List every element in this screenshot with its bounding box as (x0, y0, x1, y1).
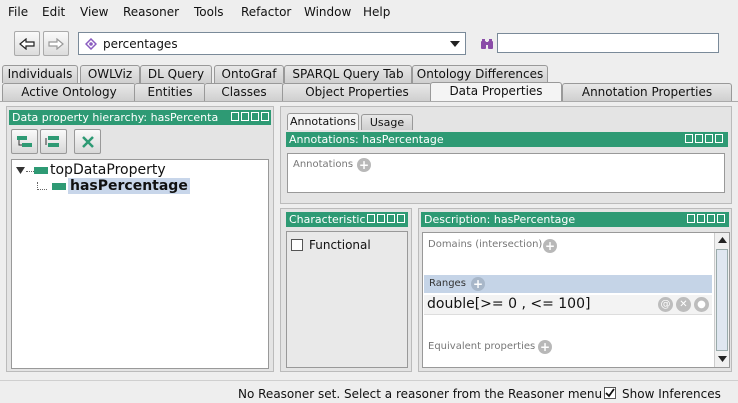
annotate-range-icon[interactable]: @ (658, 297, 673, 312)
delete-icon (81, 135, 94, 148)
menu-refactor[interactable]: Refactor (241, 5, 291, 19)
back-arrow-icon (19, 37, 35, 50)
annotations-window-controls[interactable] (685, 134, 725, 145)
menu-edit[interactable]: Edit (42, 5, 65, 19)
functional-label: Functional (309, 238, 371, 252)
data-property-icon (52, 183, 66, 190)
add-subproperty-icon (16, 135, 32, 147)
annotations-title: Annotations: hasPercentage (286, 132, 728, 147)
edit-range-icon[interactable]: ● (694, 297, 709, 312)
panel-window-controls[interactable] (231, 112, 271, 123)
ranges-header-row: Ranges + (424, 275, 712, 293)
tab-ontograf[interactable]: OntoGraf (214, 65, 284, 83)
annotations-title-text: Annotations: hasPercentage (289, 133, 444, 146)
tab-data-properties[interactable]: Data Properties (430, 82, 562, 101)
back-button[interactable] (14, 31, 40, 56)
tab-owlviz[interactable]: OWLViz (80, 65, 140, 83)
annotations-header: Annotations (293, 159, 354, 170)
scroll-up-icon[interactable] (718, 237, 727, 243)
tab-sparql-query[interactable]: SPARQL Query Tab (284, 65, 412, 83)
tab-annotation-properties[interactable]: Annotation Properties (562, 83, 732, 101)
ranges-header: Ranges (429, 278, 466, 289)
menu-file[interactable]: File (8, 5, 28, 19)
add-domain-icon[interactable]: + (543, 239, 557, 253)
characteristics-window-controls[interactable] (367, 214, 407, 225)
range-value: double[>= 0 , <= 100] (427, 296, 591, 312)
tree-node-topDataProperty[interactable]: topDataProperty (14, 162, 264, 179)
tab-object-properties[interactable]: Object Properties (282, 83, 432, 101)
menu-view[interactable]: View (80, 5, 108, 19)
scroll-down-icon[interactable] (718, 356, 727, 362)
tree-label-selected: hasPercentage (68, 178, 190, 194)
range-row[interactable]: double[>= 0 , <= 100] @ ✕ ● (424, 295, 712, 315)
reasoner-status: No Reasoner set. Select a reasoner from … (238, 387, 603, 401)
binoculars-icon (481, 39, 493, 49)
equivalent-header: Equivalent properties (428, 341, 536, 352)
menu-window[interactable]: Window (304, 5, 351, 19)
property-tree: topDataProperty hasPercentage (11, 159, 269, 369)
menu-bar: File Edit View Reasoner Tools Refactor W… (0, 0, 738, 24)
ontology-icon (85, 38, 97, 50)
toolbar: percentages (0, 24, 738, 64)
tab-dl-query[interactable]: DL Query (140, 65, 212, 83)
show-inferences-checkbox[interactable] (604, 387, 616, 399)
description-content: Domains (intersection) + Ranges + double… (422, 232, 730, 368)
description-window-controls[interactable] (687, 214, 727, 225)
tab-usage[interactable]: Usage (361, 114, 413, 130)
check-icon (605, 388, 615, 398)
tab-entities[interactable]: Entities (134, 83, 206, 101)
characteristics-list: Functional (286, 231, 408, 368)
add-sibling-icon (45, 135, 59, 147)
menu-help[interactable]: Help (363, 5, 390, 19)
ontology-selector[interactable]: percentages (78, 32, 466, 55)
scroll-thumb[interactable] (716, 249, 728, 351)
description-title: Description: hasPercentage (421, 212, 729, 227)
add-annotation-icon[interactable]: + (357, 158, 371, 172)
data-property-hierarchy-panel: Data property hierarchy: hasPercenta top… (6, 106, 274, 372)
menu-tools[interactable]: Tools (194, 5, 224, 19)
add-range-icon[interactable]: + (471, 277, 485, 291)
status-bar: No Reasoner set. Select a reasoner from … (0, 380, 738, 403)
tab-active-ontology[interactable]: Active Ontology (2, 83, 136, 101)
tree-label: topDataProperty (50, 162, 166, 178)
annotations-panel: Annotations Usage Annotations: hasPercen… (280, 106, 732, 204)
data-property-icon (34, 167, 48, 174)
add-equivalent-icon[interactable]: + (538, 340, 552, 354)
add-sibling-property-button[interactable] (40, 129, 67, 154)
tab-ontology-differences[interactable]: Ontology Differences (412, 65, 548, 83)
ontology-name: percentages (103, 37, 178, 51)
delete-property-button[interactable] (74, 129, 101, 154)
annotations-list: Annotations + (287, 153, 725, 193)
show-inferences-label: Show Inferences (622, 387, 721, 401)
expand-triangle-icon[interactable] (16, 167, 25, 175)
domains-header: Domains (intersection) (428, 239, 543, 250)
remove-range-icon[interactable]: ✕ (676, 297, 691, 312)
characteristics-panel: Characteristic Functional (280, 208, 412, 372)
tab-classes[interactable]: Classes (204, 83, 284, 101)
add-subproperty-button[interactable] (11, 129, 38, 154)
tab-annotations[interactable]: Annotations (287, 113, 359, 130)
characteristics-title-text: Characteristic (289, 213, 366, 226)
panel-title-text: Data property hierarchy: hasPercenta (12, 111, 219, 124)
tab-individuals[interactable]: Individuals (2, 65, 78, 83)
description-scrollbar[interactable] (714, 233, 729, 367)
forward-arrow-icon (48, 37, 64, 50)
search-input[interactable] (497, 33, 719, 53)
chevron-down-icon (450, 41, 460, 47)
menu-reasoner[interactable]: Reasoner (123, 5, 179, 19)
description-panel: Description: hasPercentage Domains (inte… (418, 208, 732, 372)
functional-checkbox[interactable] (291, 239, 303, 251)
forward-button[interactable] (43, 31, 69, 56)
description-title-text: Description: hasPercentage (424, 213, 576, 226)
